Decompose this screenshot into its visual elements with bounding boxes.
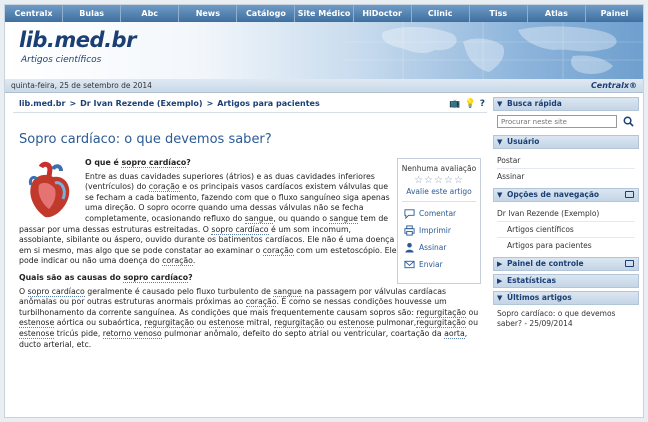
world-map-graphic: [343, 22, 643, 79]
user-subscribe-link[interactable]: Assinar: [497, 169, 635, 185]
print-label: Imprimir: [419, 226, 451, 235]
subscribe-label: Assinar: [419, 243, 447, 252]
latest-articles-header[interactable]: ▼ Últimos artigos: [493, 291, 639, 305]
term-link[interactable]: sopro cardíaco: [27, 286, 85, 297]
nav-root-author[interactable]: Dr Ivan Rezende (Exemplo): [497, 206, 635, 222]
term-link[interactable]: sangue: [244, 213, 274, 224]
window-icon[interactable]: [625, 191, 634, 198]
evaluate-article-link[interactable]: Avalie este artigo: [398, 187, 480, 196]
comment-label: Comentar: [419, 209, 457, 218]
right-sidebar: ▼ Busca rápida ▼ Usuário Postar Assinar …: [493, 97, 639, 333]
breadcrumb: lib.med.br > Dr Ivan Rezende (Exemplo) > Art…: [13, 97, 487, 113]
term-link[interactable]: regurgitação: [416, 318, 466, 329]
nav-site-medico[interactable]: Site Médico: [295, 5, 354, 22]
window-icon[interactable]: [625, 260, 634, 267]
term-link[interactable]: sangue: [273, 286, 302, 297]
nav-atlas[interactable]: Atlas: [528, 5, 586, 22]
breadcrumb-separator: >: [69, 99, 77, 108]
page: Centralx Bulas Abc News Catálogo Site Mé…: [4, 4, 644, 418]
comment-button[interactable]: Comentar: [398, 205, 480, 222]
nav-abc[interactable]: Abc: [121, 5, 180, 22]
term-link[interactable]: sopro cardíaco: [211, 224, 269, 235]
nav-catalogo[interactable]: Catálogo: [237, 5, 296, 22]
user-header[interactable]: ▼ Usuário: [493, 135, 639, 149]
expand-arrow-icon: ▶: [497, 277, 503, 285]
term-link[interactable]: estenose: [208, 318, 244, 329]
collapse-arrow-icon: ▼: [497, 100, 503, 108]
nav-patient-articles[interactable]: Artigos para pacientes: [497, 238, 635, 254]
breadcrumb-home[interactable]: lib.med.br: [19, 99, 65, 108]
term-link[interactable]: coração: [162, 256, 193, 267]
collapse-arrow-icon: ▼: [497, 191, 503, 199]
statistics-header[interactable]: ▶ Estatísticas: [493, 274, 639, 288]
site-banner: lib.med.br Artigos científicos: [5, 22, 643, 79]
breadcrumb-separator: >: [206, 99, 214, 108]
send-label: Enviar: [419, 260, 443, 269]
navigation-options-header[interactable]: ▼ Opções de navegação: [493, 188, 639, 202]
print-button[interactable]: Imprimir: [398, 222, 480, 239]
article-actions-box: Nenhuma avaliação ☆☆☆☆☆ Avalie este arti…: [397, 158, 481, 284]
term-link[interactable]: estenose: [338, 318, 374, 329]
subscribe-button[interactable]: Assinar: [398, 239, 480, 256]
term-link[interactable]: regurgitação: [274, 318, 324, 329]
term-link[interactable]: estenose: [19, 318, 55, 329]
paragraph: O sopro cardíaco geralmente é causado pe…: [19, 286, 479, 349]
tv-icon[interactable]: 📺: [449, 98, 460, 110]
heart-illustration: [19, 161, 77, 221]
search-icon[interactable]: [623, 116, 634, 127]
comment-icon: [404, 209, 415, 219]
nav-painel[interactable]: Painel: [586, 5, 643, 22]
collapse-arrow-icon: ▼: [497, 294, 503, 302]
term-link[interactable]: regurgitação: [416, 307, 466, 318]
printer-icon: [404, 225, 415, 236]
control-panel-header[interactable]: ▶ Painel de controle: [493, 257, 639, 271]
article-title: Sopro cardíaco: o que devemos saber?: [19, 132, 272, 147]
term-link[interactable]: sangue: [329, 213, 358, 224]
expand-arrow-icon: ▶: [497, 260, 503, 268]
centralx-brand[interactable]: Centralx®: [591, 81, 637, 90]
user-post-link[interactable]: Postar: [497, 153, 635, 169]
latest-article-link[interactable]: Sopro cardíaco: o que devemos saber? - 2…: [493, 305, 639, 333]
term-link[interactable]: coração: [245, 297, 277, 308]
site-subtitle: Artigos científicos: [21, 55, 102, 65]
nav-clinic[interactable]: Clinic: [412, 5, 470, 22]
lightbulb-icon[interactable]: 💡: [465, 98, 476, 110]
send-button[interactable]: Enviar: [398, 256, 480, 273]
rating-stars[interactable]: ☆☆☆☆☆: [398, 175, 480, 186]
term-link[interactable]: regurgitação: [144, 318, 195, 329]
site-search-input[interactable]: [497, 115, 617, 128]
nav-bulas[interactable]: Bulas: [63, 5, 122, 22]
nav-scientific-articles[interactable]: Artigos científicos: [497, 222, 635, 238]
term-link[interactable]: aorta: [444, 328, 465, 339]
user-icon: [405, 242, 414, 253]
term-link[interactable]: estenose: [19, 328, 55, 339]
breadcrumb-author[interactable]: Dr Ivan Rezende (Exemplo): [80, 99, 202, 108]
term-link[interactable]: sopro cardíaco: [123, 272, 189, 283]
term-link[interactable]: retorno venoso: [102, 328, 162, 339]
term-link[interactable]: sopro cardíaco: [121, 158, 187, 168]
quick-search-header[interactable]: ▼ Busca rápida: [493, 97, 639, 111]
nav-tiss[interactable]: Tiss: [470, 5, 528, 22]
divider: [402, 201, 476, 202]
rating-status: Nenhuma avaliação: [401, 164, 477, 173]
top-nav: Centralx Bulas Abc News Catálogo Site Mé…: [5, 5, 643, 22]
collapse-arrow-icon: ▼: [497, 138, 503, 146]
nav-hidoctor[interactable]: HiDoctor: [354, 5, 412, 22]
term-link[interactable]: coração: [148, 182, 180, 193]
envelope-icon: [404, 260, 415, 269]
nav-centralx[interactable]: Centralx: [5, 5, 64, 22]
current-date: quinta-feira, 25 de setembro de 2014: [11, 81, 152, 90]
term-link[interactable]: coração: [262, 245, 294, 256]
help-icon[interactable]: ?: [480, 98, 485, 110]
site-title[interactable]: lib.med.br: [19, 28, 136, 52]
nav-news[interactable]: News: [179, 5, 238, 22]
date-bar: quinta-feira, 25 de setembro de 2014 Cen…: [5, 79, 643, 93]
breadcrumb-section[interactable]: Artigos para pacientes: [217, 99, 319, 108]
